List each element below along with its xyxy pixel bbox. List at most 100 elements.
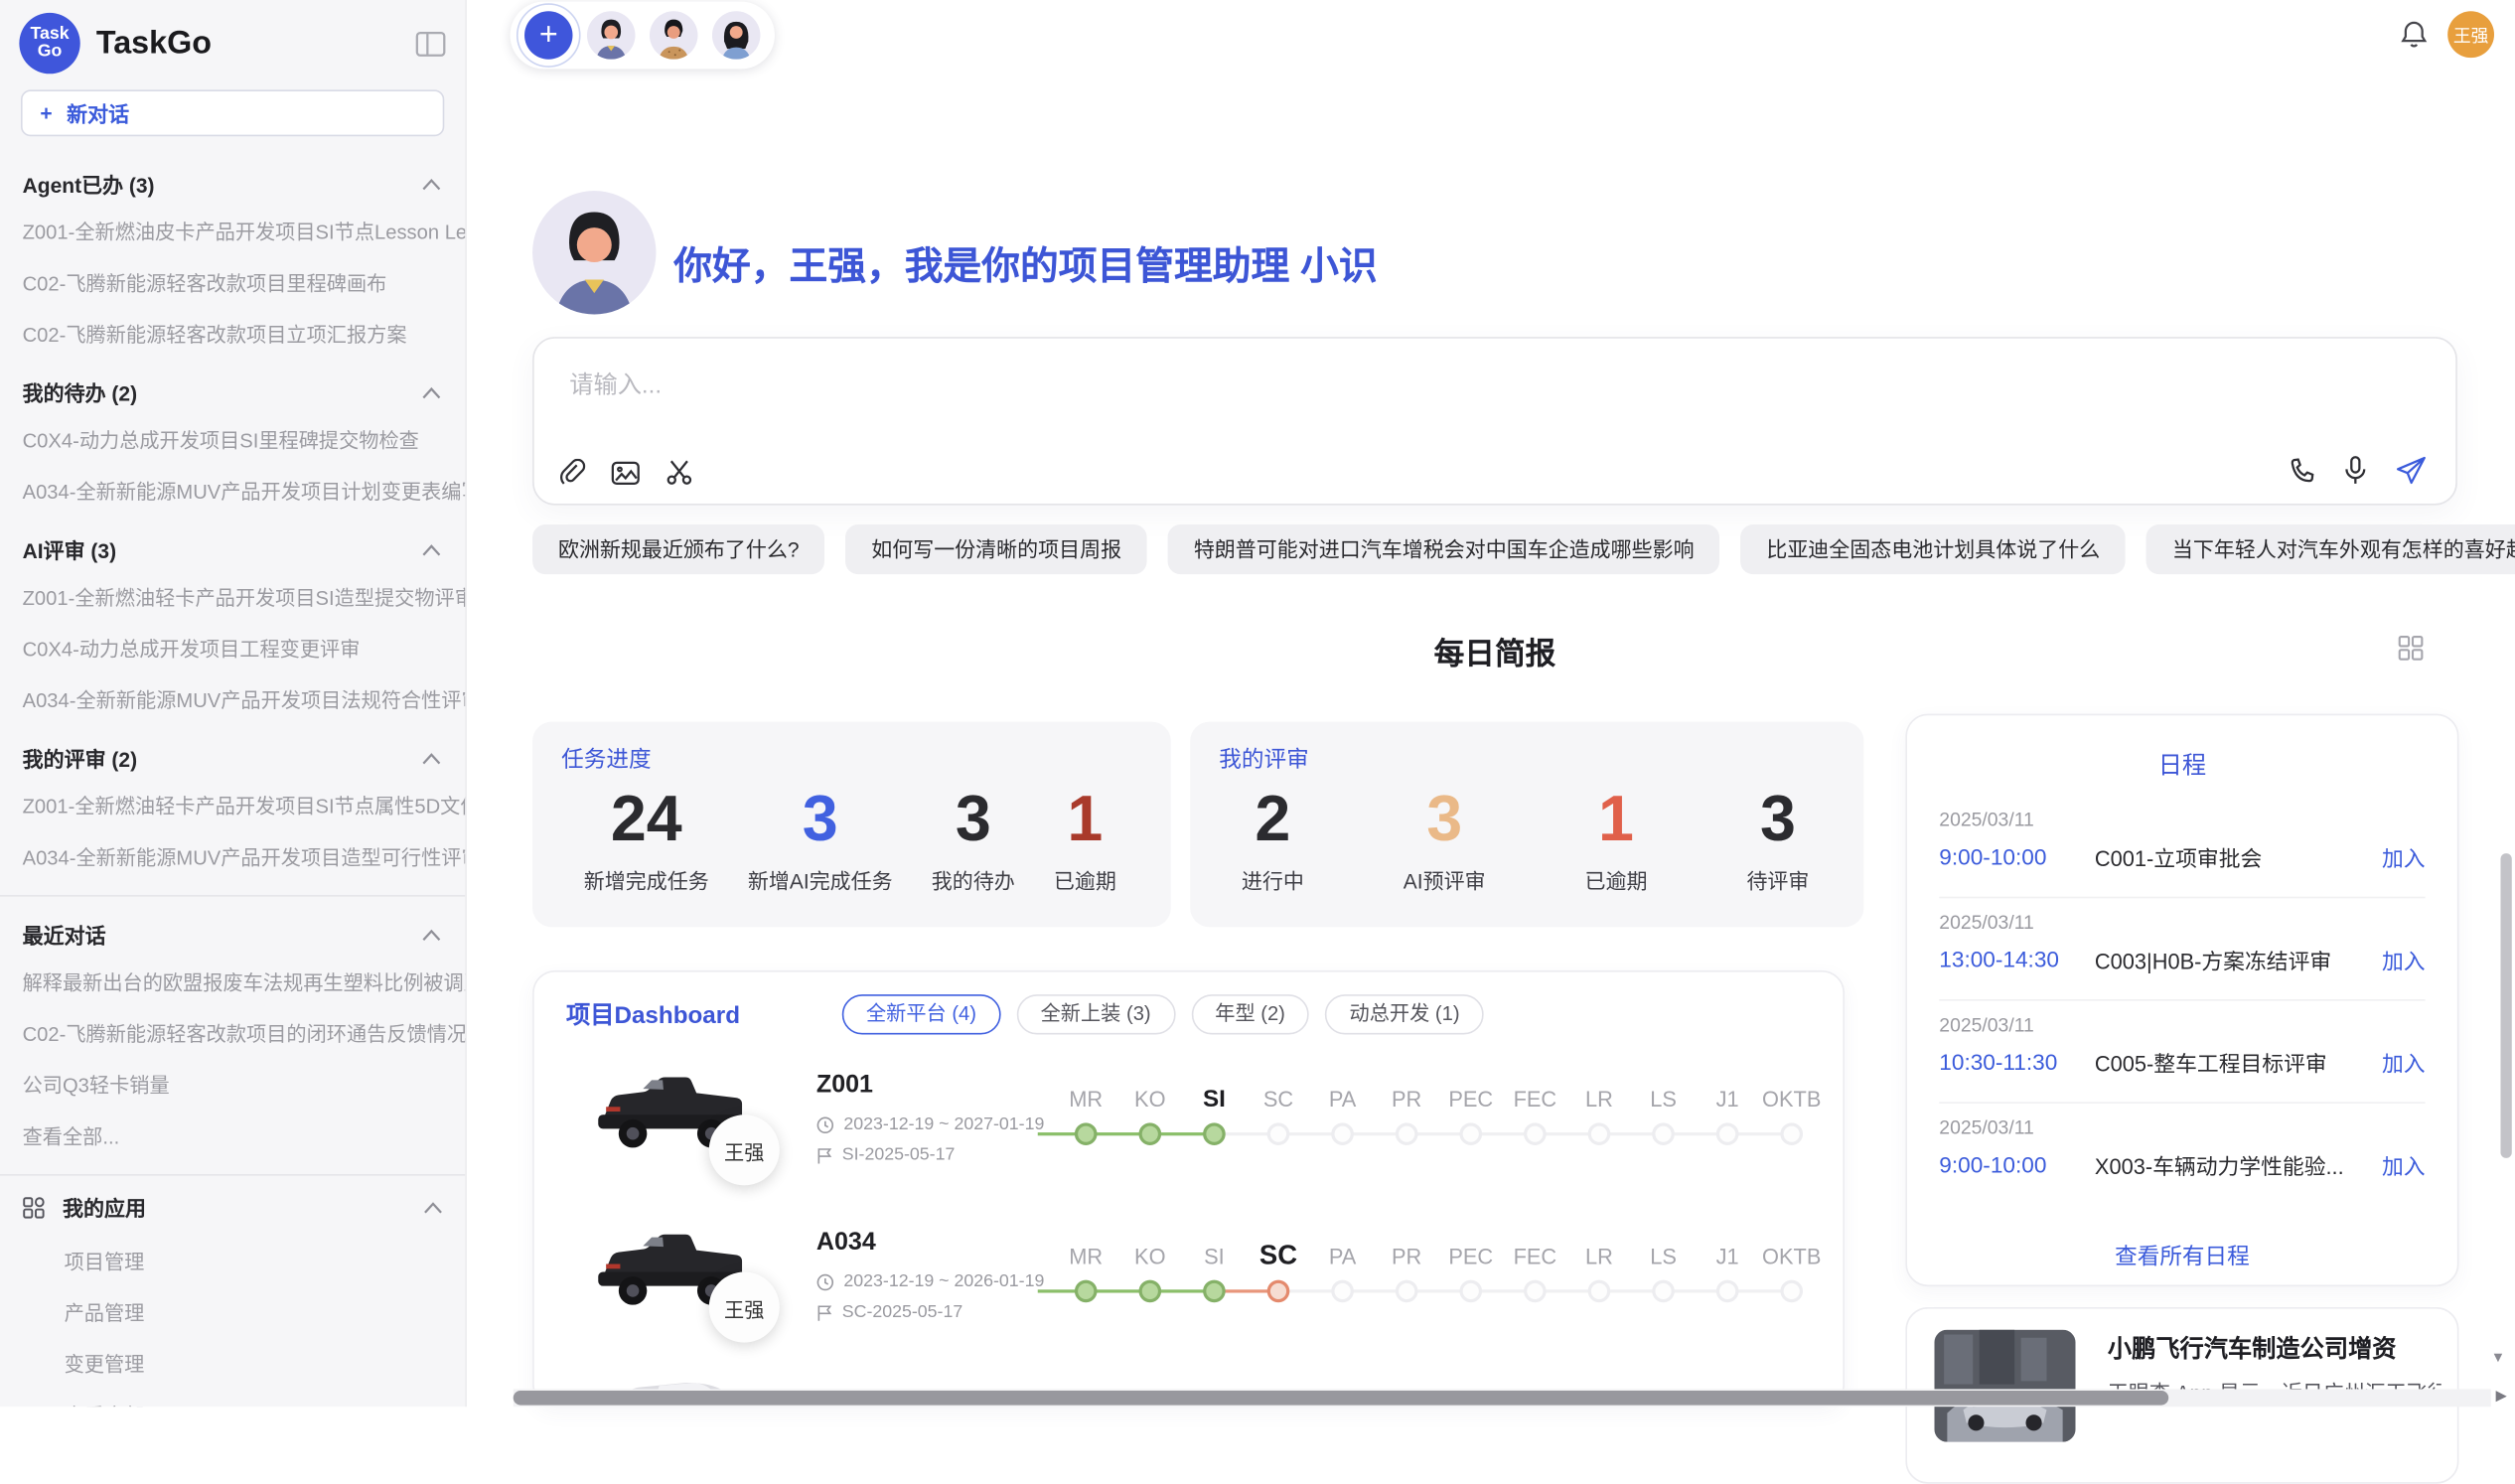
- project-row[interactable]: 王强 Z001 2023-12-19 ~ 2027-01-19 SI-2025-…: [534, 1049, 1844, 1206]
- chevron-up-icon: [422, 928, 441, 941]
- milestone-dot-done: [1075, 1280, 1098, 1303]
- schedule-event-title: C001-立项审批会: [2095, 840, 2382, 872]
- microphone-icon[interactable]: [2343, 456, 2367, 487]
- milestone-dot-done: [1203, 1280, 1226, 1303]
- conversation-item[interactable]: C02-飞腾新能源轻客改款项目里程碑画布: [0, 255, 465, 307]
- suggestion-chip[interactable]: 如何写一份清晰的项目周报: [845, 524, 1147, 574]
- layout-grid-icon[interactable]: [2398, 635, 2424, 661]
- section-my-review[interactable]: 我的评审 (2): [0, 723, 465, 778]
- milestone-label: PA: [1310, 1088, 1375, 1112]
- new-chat-button[interactable]: + 新对话: [21, 89, 444, 136]
- flag-icon: [816, 1146, 832, 1164]
- section-agent-done[interactable]: Agent已办 (3): [0, 149, 465, 204]
- input-left-icons: [560, 459, 693, 486]
- chat-input[interactable]: [566, 371, 2337, 401]
- milestone-label: LS: [1631, 1088, 1696, 1112]
- horizontal-scrollbar-thumb[interactable]: [514, 1391, 2168, 1406]
- section-ai-review[interactable]: AI评审 (3): [0, 515, 465, 569]
- milestone-dot: [1524, 1280, 1547, 1303]
- sidebar-item-change-mgmt[interactable]: 变更管理: [0, 1336, 465, 1388]
- scissors-icon[interactable]: [666, 459, 692, 486]
- conversation-item[interactable]: A034-全新新能源MUV产品开发项目造型可行性评审: [0, 829, 465, 881]
- conversation-item[interactable]: 解释最新出台的欧盟报废车法规再生塑料比例被调至15%...: [0, 955, 465, 1006]
- milestone-dot-done: [1139, 1280, 1162, 1303]
- conversation-item[interactable]: A034-全新新能源MUV产品开发项目计划变更表编写: [0, 464, 465, 516]
- conversation-item[interactable]: C0X4-动力总成开发项目SI里程碑提交物检查: [0, 412, 465, 464]
- avatar[interactable]: [712, 11, 760, 59]
- scroll-right-arrow-icon[interactable]: ▶: [2496, 1388, 2507, 1406]
- metric-value: 24: [584, 778, 709, 861]
- logo-line1: Task: [30, 25, 69, 44]
- suggestion-chip[interactable]: 当下年轻人对汽车外观有怎样的喜好趋势: [2146, 524, 2515, 574]
- conversation-item[interactable]: A034-全新新能源MUV产品开发项目法规符合性评审: [0, 672, 465, 724]
- send-icon[interactable]: [2395, 456, 2427, 487]
- schedule-item: 2025/03/11 9:00-10:00 C001-立项审批会 加入: [1939, 809, 2425, 873]
- sidebar-item-product-mgmt[interactable]: 产品管理: [0, 1284, 465, 1336]
- sidebar-item-my-apps[interactable]: 我的应用: [0, 1179, 465, 1234]
- conversation-item[interactable]: C02-飞腾新能源轻客改款项目立项汇报方案: [0, 306, 465, 358]
- milestone-label: PR: [1375, 1245, 1439, 1268]
- suggestion-chips: 欧洲新规最近颁布了什么? 如何写一份清晰的项目周报 特朗普可能对进口汽车增税会对…: [532, 524, 2515, 574]
- schedule-event-title: C003|H0B-方案冻结评审: [2095, 944, 2382, 975]
- view-all-apps[interactable]: 查看全部...: [0, 1388, 465, 1407]
- milestone-label: FEC: [1503, 1088, 1567, 1112]
- attachment-icon[interactable]: [560, 459, 586, 486]
- phone-icon[interactable]: [2289, 457, 2315, 484]
- input-right-icons: [2289, 456, 2427, 487]
- avatar[interactable]: [650, 11, 697, 59]
- suggestion-chip[interactable]: 比亚迪全固态电池计划具体说了什么: [1740, 524, 2126, 574]
- milestone-label: MR: [1054, 1245, 1118, 1268]
- project-row[interactable]: 王强 A034 2023-12-19 ~ 2026-01-19 SC-2025-…: [534, 1206, 1844, 1363]
- metric-value: 3: [932, 778, 1015, 861]
- collapse-sidebar-icon[interactable]: [415, 30, 446, 57]
- conversation-item[interactable]: Z001-全新燃油轻卡产品开发项目SI节点属性5D文件评审: [0, 778, 465, 829]
- scroll-down-arrow-icon[interactable]: ▼: [2491, 1349, 2505, 1365]
- chevron-up-icon: [422, 543, 441, 556]
- milestone-label: LR: [1567, 1088, 1632, 1112]
- milestone-label: J1: [1696, 1088, 1760, 1112]
- notification-bell-icon[interactable]: [2400, 19, 2429, 50]
- filter-new-platform[interactable]: 全新平台 (4): [842, 994, 1000, 1034]
- milestone-progress-line: [1038, 1289, 1215, 1292]
- image-upload-icon[interactable]: [611, 460, 640, 486]
- card-title: 任务进度: [561, 743, 1138, 775]
- avatar[interactable]: [587, 11, 635, 59]
- conversation-item[interactable]: C02-飞腾新能源轻客改款项目的闭环通告反馈情况: [0, 1005, 465, 1057]
- conversation-item[interactable]: 公司Q3轻卡销量: [0, 1057, 465, 1109]
- project-dates: 2023-12-19 ~ 2027-01-19: [816, 1114, 1044, 1133]
- join-button[interactable]: 加入: [2382, 1046, 2426, 1078]
- vertical-scrollbar-thumb[interactable]: [2500, 853, 2511, 1158]
- filter-powertrain[interactable]: 动总开发 (1): [1325, 994, 1483, 1034]
- suggestion-chip[interactable]: 特朗普可能对进口汽车增税会对中国车企造成哪些影响: [1168, 524, 1720, 574]
- suggestion-chip[interactable]: 欧洲新规最近颁布了什么?: [532, 524, 824, 574]
- section-my-todo[interactable]: 我的待办 (2): [0, 358, 465, 412]
- conversation-item[interactable]: Z001-全新燃油皮卡产品开发项目SI节点Lesson Learn报告: [0, 204, 465, 255]
- add-session-button[interactable]: +: [524, 11, 572, 59]
- join-button[interactable]: 加入: [2382, 840, 2426, 872]
- section-recent-chats[interactable]: 最近对话: [0, 900, 465, 955]
- join-button[interactable]: 加入: [2382, 1148, 2426, 1180]
- filter-model-year[interactable]: 年型 (2): [1191, 994, 1309, 1034]
- view-all-schedule-link[interactable]: 查看所有日程: [1907, 1240, 2457, 1271]
- conversation-item[interactable]: Z001-全新燃油轻卡产品开发项目SI造型提交物评审: [0, 569, 465, 621]
- app-title: TaskGo: [96, 25, 399, 62]
- conversation-item[interactable]: C0X4-动力总成开发项目工程变更评审: [0, 621, 465, 672]
- milestone-dot: [1524, 1122, 1547, 1145]
- join-button[interactable]: 加入: [2382, 944, 2426, 975]
- metric-value: 3: [748, 778, 893, 861]
- schedule-date: 2025/03/11: [1939, 911, 2425, 934]
- metric-label: 已逾期: [1054, 864, 1116, 895]
- milestone-track: MR KO SI SC PA PR PEC FEC LR LS J1 OKTB: [1054, 1245, 1824, 1341]
- chevron-up-icon: [422, 177, 441, 190]
- section-title: 最近对话: [23, 919, 106, 950]
- schedule-title: 日程: [1907, 747, 2457, 781]
- assistant-avatar: [532, 191, 656, 314]
- sidebar-item-project-mgmt[interactable]: 项目管理: [0, 1234, 465, 1285]
- clock-icon: [816, 1115, 834, 1133]
- milestone-dot: [1396, 1122, 1418, 1145]
- filter-new-body[interactable]: 全新上装 (3): [1016, 994, 1174, 1034]
- metric-value: 1: [1054, 778, 1116, 861]
- apps-grid-icon: [23, 1196, 46, 1219]
- user-avatar-badge[interactable]: 王强: [2447, 11, 2494, 58]
- view-all-conversations[interactable]: 查看全部...: [0, 1109, 465, 1160]
